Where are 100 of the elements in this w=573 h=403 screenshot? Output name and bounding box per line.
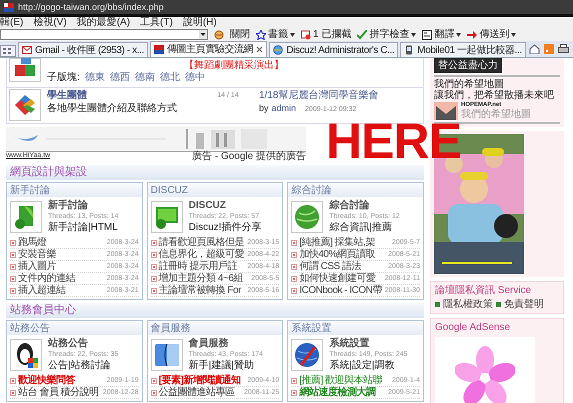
service-link[interactable]: 隱私權政策 [443, 299, 493, 310]
bullet-icon [291, 264, 298, 270]
forum-description: 系統|設定|調教 [329, 360, 396, 372]
forum-title-link[interactable]: 學生團體 [47, 89, 197, 102]
post-link[interactable]: 請看歡迎頁風格但是 [158, 237, 244, 248]
bullet-icon [150, 252, 157, 258]
caret-icon[interactable] [290, 32, 295, 36]
blocked-window-icon [301, 30, 311, 40]
post-link[interactable]: [純推薦] 採集站,架 [299, 237, 375, 248]
card-header-title: 會員服務 [150, 322, 191, 334]
toolbar-button[interactable]: 翻譯 [422, 28, 462, 40]
browser-tab[interactable]: Discuz! Administrator's C... [269, 42, 398, 57]
forum-description: 新手|建議|贊助 [188, 360, 255, 372]
card-header-title: 站務公告 [10, 322, 50, 334]
browser-tab[interactable]: 傳圖主頁實驗交流網 [150, 41, 268, 57]
forum-icon[interactable] [150, 339, 183, 371]
toolbar-button[interactable]: 關閉 [230, 28, 250, 40]
subforum-link[interactable]: 德北 [160, 72, 180, 84]
bullet-icon [150, 276, 157, 282]
forum-title-link[interactable]: 系統設置 [329, 338, 408, 350]
forum-title-link[interactable]: 會員服務 [188, 338, 263, 350]
post-link[interactable]: 何謂 CSS 語法 [299, 261, 361, 272]
subforum-link[interactable]: 德南 [134, 72, 155, 84]
home-icon[interactable] [529, 44, 540, 54]
toolbar-button[interactable]: 1 已攔截 [301, 28, 352, 40]
subforum-link[interactable]: 德西 [110, 72, 130, 84]
post-link[interactable]: 註冊時 提示用戶註 [158, 261, 237, 272]
post-link[interactable]: 主論壇常被轉換 For [158, 285, 241, 296]
subforum-link[interactable]: 德東 [84, 72, 105, 84]
quick-tabs-icon[interactable] [0, 45, 16, 57]
post-link[interactable]: 歡迎快樂問答 [18, 375, 75, 386]
menu-item[interactable]: 工具(T) [140, 17, 173, 28]
bullet-icon [10, 264, 16, 270]
bullet-icon [150, 390, 157, 396]
annotation-text: HERE [326, 116, 461, 166]
caret-icon[interactable] [199, 30, 207, 39]
author-link[interactable]: admin [272, 102, 296, 115]
caret-icon[interactable] [456, 32, 462, 36]
post-link[interactable]: 公益團體進站專區 [158, 387, 235, 398]
toolbar-button[interactable]: 傳送到 [467, 28, 516, 40]
bullet-icon [291, 378, 298, 384]
ad-attribution-link[interactable]: 廣告 - Google 提供的廣告 [192, 152, 306, 162]
forum-description: 公告|站務討論 [48, 360, 112, 372]
bullet-icon [10, 288, 16, 294]
promo-text: 讓我們，把希望散播未來吧 [434, 90, 555, 101]
caret-icon[interactable] [411, 32, 416, 36]
last-post-link[interactable]: 1/18幫尼麗台灣同學音樂會 [259, 89, 378, 102]
bullet-icon [291, 252, 298, 258]
forum-description: 新手討論|HTML [48, 222, 118, 234]
toolbar-button[interactable]: 書籤 [256, 28, 295, 40]
section-title: 網頁設計與架設 [10, 166, 87, 179]
post-link[interactable]: 信息界化，超級可愛 [158, 249, 244, 260]
post-link[interactable]: ICONbook - ICON帶 [299, 285, 382, 296]
forum-title-link[interactable]: 新手討論 [48, 200, 118, 212]
menu-item[interactable]: 檢視(V) [33, 17, 67, 28]
section-title: 站務會員中心 [10, 304, 76, 317]
forum-icon[interactable] [10, 339, 42, 371]
promo-button[interactable]: 替公益盡心力 [434, 58, 502, 73]
bullet-icon [10, 276, 16, 282]
forum-title-link[interactable]: DISCUZ [188, 200, 262, 212]
subforum-link[interactable]: 德中 [184, 72, 205, 84]
menu-item[interactable]: 我的最愛(A) [76, 17, 130, 28]
post-link[interactable]: [要素]新增閱讀通知 [158, 375, 240, 386]
toolbar-button[interactable]: 拼字檢查 [357, 28, 416, 40]
subforum-label: 子版塊: [47, 72, 80, 84]
translate-icon [422, 30, 432, 40]
flag-icon [4, 2, 14, 12]
browser-tab[interactable]: Gmail - 收件匣 (2953) - x... [18, 42, 148, 57]
post-link[interactable]: 加快40%網頁讀取 [299, 249, 375, 260]
close-icon[interactable] [256, 46, 264, 53]
card-header-title: 系統設置 [291, 322, 332, 334]
post-link[interactable]: 插入超連結 [18, 285, 66, 296]
post-link[interactable]: 跑馬燈 [18, 237, 46, 248]
forum-title-link[interactable]: 綜合討論 [329, 200, 400, 212]
forum-title-link[interactable]: 站務公告 [48, 338, 118, 350]
post-link[interactable]: 站台 會員 積分說明 [18, 387, 99, 398]
globe-icon [273, 45, 284, 55]
menu-item[interactable]: 輯(E) [0, 17, 24, 28]
service-link[interactable]: 免責聲明 [504, 299, 544, 310]
feed-icon[interactable] [544, 44, 554, 54]
post-link[interactable]: 文件內的連結 [18, 273, 75, 284]
post-link[interactable]: 增加主題分類 4~6組 [158, 273, 243, 284]
panel-title: 論壇隱私資訊 Service [435, 285, 532, 297]
star-icon [256, 30, 266, 40]
print-icon[interactable] [558, 44, 569, 54]
menu-item[interactable]: 說明(H) [182, 17, 217, 28]
caret-icon[interactable] [511, 32, 516, 36]
forum-description: Discuz!插件分享 [188, 222, 262, 234]
bullet-icon [10, 240, 16, 246]
announcement-link[interactable]: 【舞蹈劇團精采演出】 [184, 60, 284, 70]
hopemap-logo-icon[interactable] [434, 102, 458, 120]
bullet-icon [10, 378, 16, 384]
post-link[interactable]: [推薦] 歡迎與本站聯 [299, 375, 382, 386]
browser-tab[interactable]: Mobile01 一起做比較器... [400, 42, 526, 57]
post-link[interactable]: 網站速度檢測大調 [299, 387, 376, 398]
post-link[interactable]: 插入圖片 [18, 261, 56, 272]
post-link[interactable]: 如何快速創建可愛 [299, 273, 376, 284]
bullet-icon [150, 264, 157, 270]
post-link[interactable]: 安裝音樂 [18, 249, 56, 260]
panel-title: Google AdSense [435, 322, 512, 334]
